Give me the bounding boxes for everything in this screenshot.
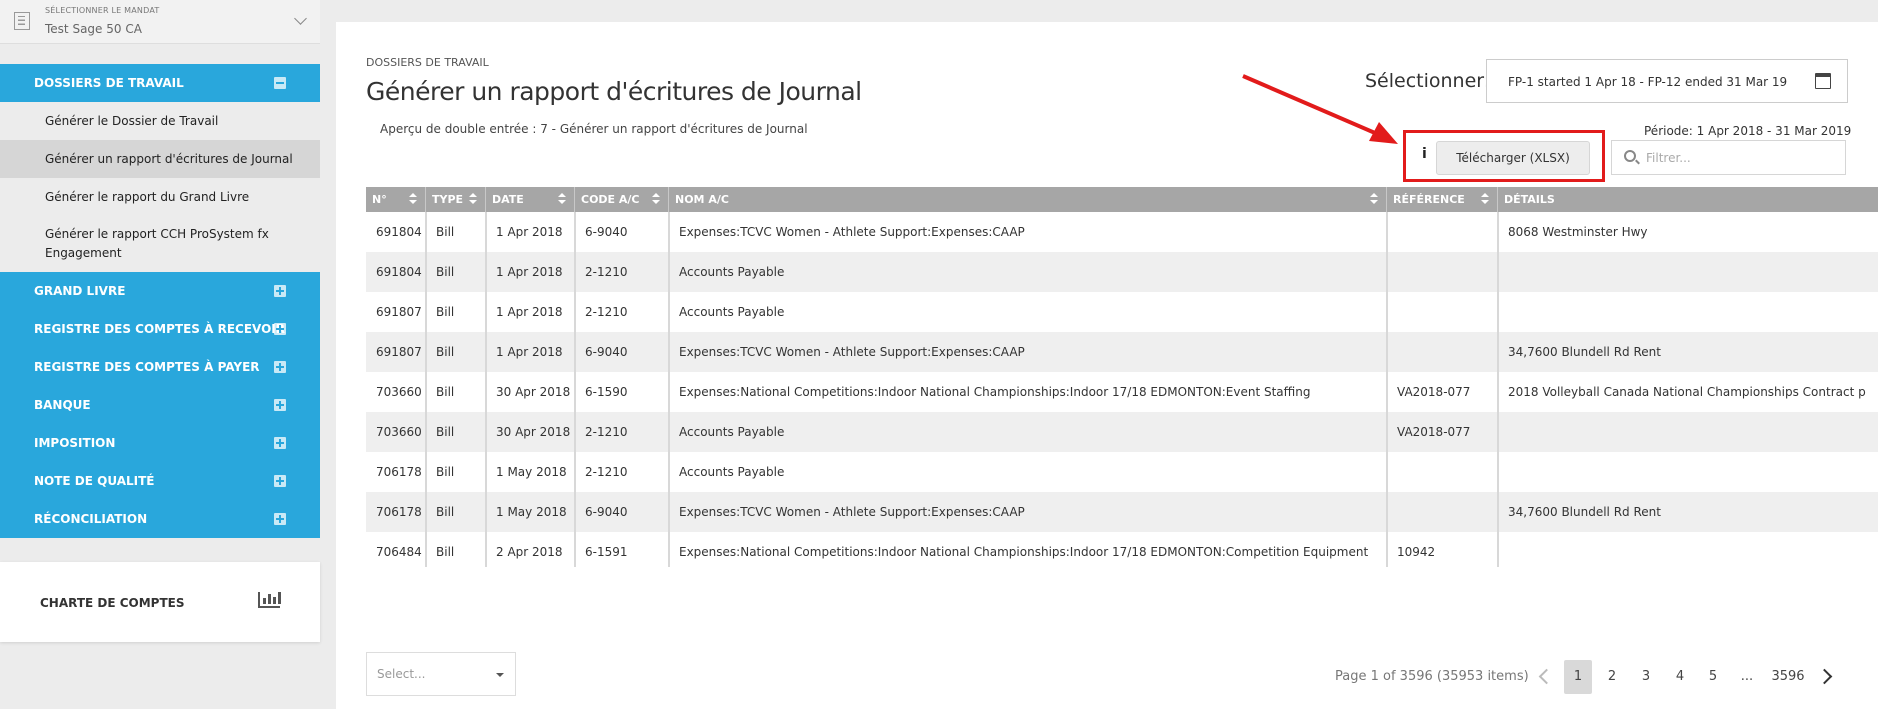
arrow-head bbox=[1369, 122, 1398, 144]
arrow-line bbox=[1242, 74, 1383, 138]
annotation-arrow bbox=[1242, 74, 1398, 144]
